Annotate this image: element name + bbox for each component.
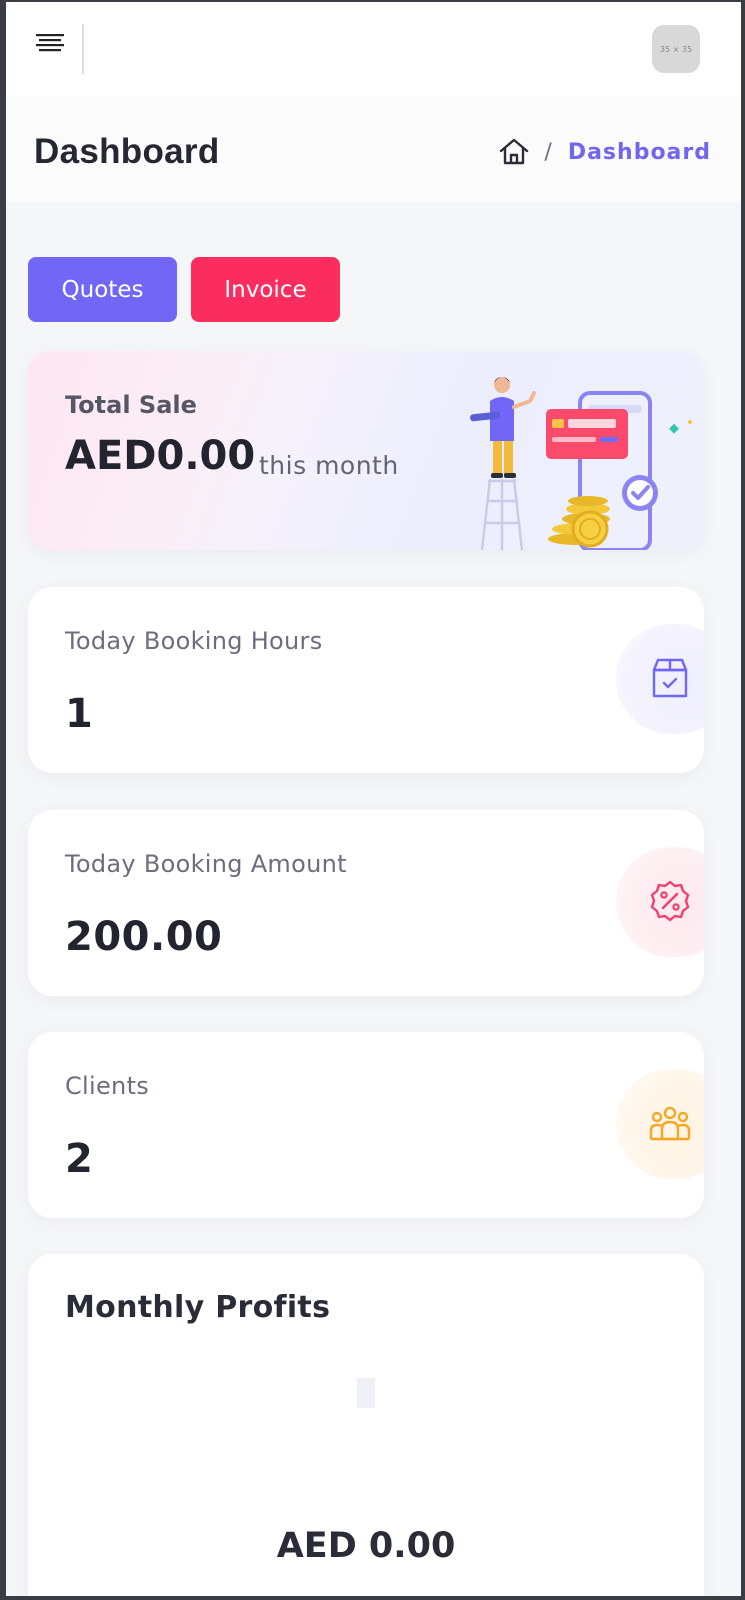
- shopping-bag-check-icon: [648, 656, 692, 700]
- users-group-icon: [648, 1101, 692, 1145]
- stat-value: 1: [65, 691, 94, 737]
- monthly-profits-card: Monthly Profits AED 0.00: [28, 1254, 704, 1596]
- avatar-placeholder-text: 35 × 35: [659, 44, 693, 54]
- breadcrumb: / Dashboard: [498, 133, 711, 171]
- stat-label: Clients: [65, 1072, 150, 1100]
- total-sale-card: Total Sale AED0.00 this month: [28, 351, 704, 550]
- total-sale-value: AED0.00: [65, 433, 256, 479]
- hamburger-menu-icon[interactable]: [34, 28, 70, 58]
- discount-badge-icon: [648, 879, 692, 923]
- total-sale-suffix: this month: [259, 451, 399, 480]
- profits-chart-placeholder: [357, 1378, 375, 1408]
- today-booking-hours-card: Today Booking Hours 1: [28, 587, 704, 773]
- clients-card: Clients 2: [28, 1032, 704, 1218]
- invoice-button[interactable]: Invoice: [191, 257, 340, 322]
- avatar[interactable]: 35 × 35: [652, 25, 700, 73]
- topbar-divider: [82, 24, 84, 74]
- stat-value: 2: [65, 1136, 94, 1182]
- top-bar: 35 × 35: [6, 2, 741, 96]
- stat-value: 200.00: [65, 914, 223, 960]
- stat-label: Today Booking Hours: [65, 627, 323, 655]
- stat-label: Today Booking Amount: [65, 850, 347, 878]
- breadcrumb-separator: /: [544, 139, 552, 165]
- stat-icon-bubble: [616, 1069, 704, 1179]
- today-booking-amount-card: Today Booking Amount 200.00: [28, 810, 704, 996]
- breadcrumb-current[interactable]: Dashboard: [568, 140, 711, 165]
- app-frame: 35 × 35 Dashboard / Dashboard Quotes Inv…: [6, 2, 741, 1596]
- monthly-profits-value: AED 0.00: [276, 1526, 456, 1566]
- page-title: Dashboard: [34, 132, 220, 171]
- payment-illustration: [468, 371, 704, 550]
- monthly-profits-title: Monthly Profits: [65, 1290, 331, 1325]
- stat-icon-bubble: [616, 624, 704, 734]
- home-icon[interactable]: [498, 136, 530, 168]
- quotes-button[interactable]: Quotes: [28, 257, 177, 322]
- stat-icon-bubble: [616, 847, 704, 957]
- total-sale-label: Total Sale: [65, 391, 197, 419]
